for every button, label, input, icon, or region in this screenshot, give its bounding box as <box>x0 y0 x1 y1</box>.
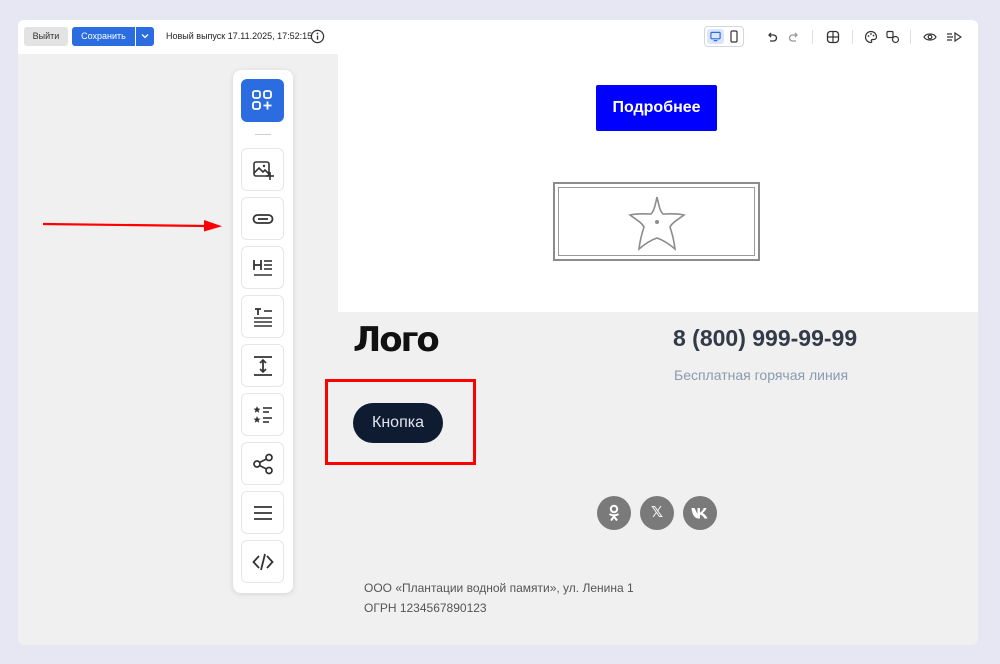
save-dropdown-button[interactable] <box>136 27 154 46</box>
info-icon[interactable] <box>310 29 325 44</box>
list-icon <box>253 406 272 423</box>
undo-icon[interactable] <box>766 31 778 43</box>
blocks-tab[interactable] <box>241 79 284 122</box>
sidebar-item-spacer[interactable] <box>241 344 284 387</box>
toolbar-separator <box>812 30 813 44</box>
top-toolbar: Выйти Сохранить Новый выпуск 17.11.2025,… <box>18 20 978 54</box>
save-button[interactable]: Сохранить <box>72 27 135 46</box>
toolbar-separator <box>910 30 911 44</box>
phone-number[interactable]: 8 (800) 999-99-99 <box>673 325 857 352</box>
vk-icon <box>691 508 708 519</box>
hotline-text[interactable]: Бесплатная горячая линия <box>674 367 848 383</box>
image-icon <box>253 161 274 180</box>
sidebar-item-text[interactable] <box>241 295 284 338</box>
button-icon <box>252 214 274 224</box>
annotation-arrow-icon <box>42 220 222 232</box>
send-icon[interactable] <box>946 31 962 43</box>
mobile-icon[interactable] <box>729 30 739 43</box>
sidebar-item-menu[interactable] <box>241 491 284 534</box>
footer-address[interactable]: ООО «Плантации водной памяти», ул. Ленин… <box>364 581 634 595</box>
exit-button[interactable]: Выйти <box>24 27 68 46</box>
preview-icon[interactable] <box>923 31 937 43</box>
sidebar-item-list[interactable] <box>241 393 284 436</box>
logo[interactable]: Лого <box>353 320 440 360</box>
desktop-view-toggle[interactable] <box>707 29 724 44</box>
desktop-icon <box>710 31 721 42</box>
sidebar-item-heading[interactable] <box>241 246 284 289</box>
translate-icon[interactable] <box>886 30 900 44</box>
footer-ogrn[interactable]: ОГРН 1234567890123 <box>364 601 487 615</box>
sidebar-divider <box>255 134 271 135</box>
blocks-sidebar <box>233 70 293 593</box>
social-x-button[interactable]: 𝕏 <box>640 496 674 530</box>
starfish-icon <box>628 196 686 251</box>
palette-icon[interactable] <box>864 30 878 44</box>
redo-icon[interactable] <box>788 31 800 43</box>
editor-window: Выйти Сохранить Новый выпуск 17.11.2025,… <box>18 20 978 645</box>
sidebar-item-code[interactable] <box>241 540 284 583</box>
social-ok-button[interactable] <box>597 496 631 530</box>
x-icon: 𝕏 <box>650 504 664 521</box>
device-toggle <box>704 26 744 47</box>
share-icon <box>253 453 273 475</box>
text-icon <box>254 308 272 327</box>
sidebar-item-image[interactable] <box>241 148 284 191</box>
social-vk-button[interactable] <box>683 496 717 530</box>
code-icon <box>252 553 274 571</box>
ok-icon <box>608 504 620 522</box>
chevron-down-icon <box>141 34 149 39</box>
image-placeholder[interactable] <box>553 182 760 261</box>
release-title: Новый выпуск 17.11.2025, 17:52:15 <box>166 31 313 41</box>
email-button[interactable]: Кнопка <box>353 403 443 443</box>
grid-icon[interactable] <box>826 30 840 44</box>
menu-icon <box>254 506 272 520</box>
spacer-icon <box>254 356 272 376</box>
sidebar-item-button[interactable] <box>241 197 284 240</box>
sidebar-item-share[interactable] <box>241 442 284 485</box>
blocks-icon <box>252 90 272 110</box>
more-button[interactable]: Подробнее <box>596 85 717 131</box>
heading-icon <box>253 260 272 276</box>
toolbar-separator <box>852 30 853 44</box>
